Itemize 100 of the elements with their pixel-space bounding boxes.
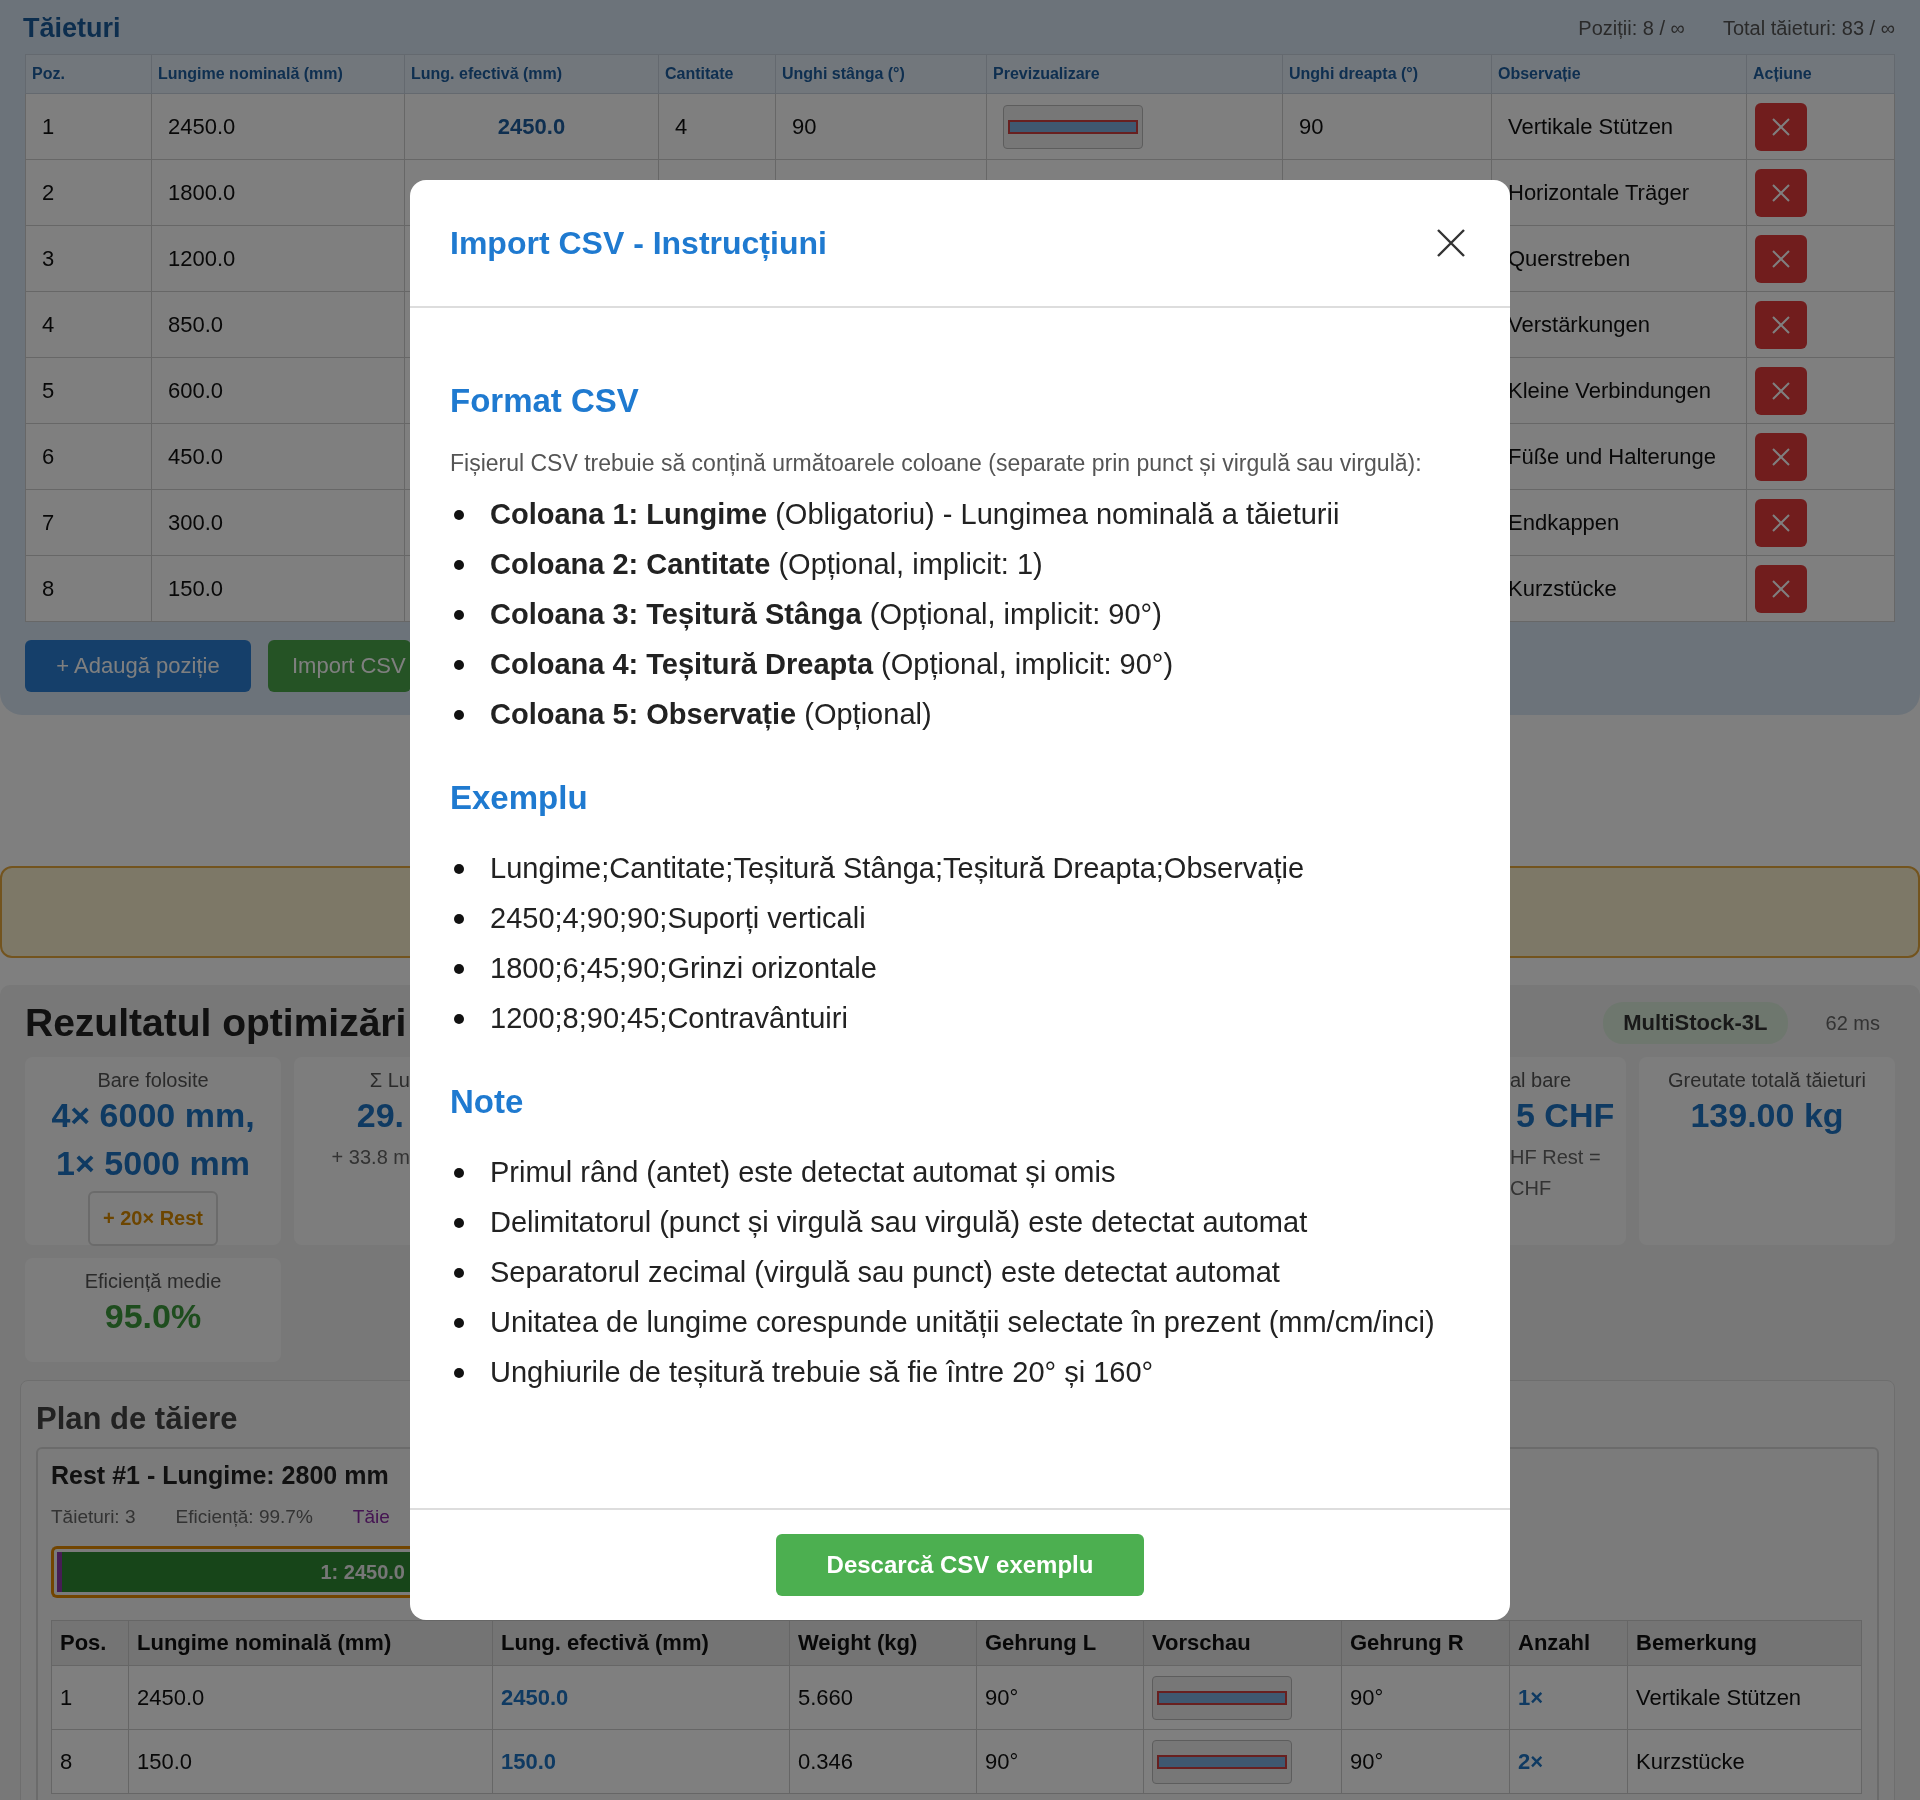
close-icon [1436,228,1466,258]
bullet-icon [454,1217,464,1228]
bullet-icon [454,963,464,974]
stat-value: 139.00 kg [1689,1095,1845,1136]
bullet-icon [454,509,464,520]
table-cell: Kurzstücke [1508,575,1617,601]
rest-stat: Tăie [352,1506,390,1528]
close-icon [1770,577,1792,600]
delete-button[interactable] [1755,564,1807,613]
table-cell: 150.0 [168,575,224,601]
bullet-icon [454,659,464,670]
bullet-icon [454,609,464,620]
import-button[interactable]: Import CSV [268,640,411,692]
table-cell: Vertikale Stützen [1508,113,1674,139]
stat-note: CHF [1510,1175,1552,1201]
bullet-icon [454,1013,464,1024]
section-heading: Exemplu [450,778,589,817]
stat-label: Greutate totală tăieturi [1668,1069,1866,1092]
table-cell: 90° [976,1729,1144,1794]
table-cell: Vertikale Stützen [1627,1665,1862,1730]
stat-label: Bare folosite [97,1069,209,1092]
table-cell: 2450.0 [168,113,236,139]
table-cell: 90° [1341,1729,1510,1794]
table-cell: 1200.0 [168,245,236,271]
add-position-button[interactable]: + Adaugă poziție [25,640,251,692]
bar-segment: 1: 2450.0 [62,1552,411,1592]
table-cell: 600.0 [168,377,224,403]
table-cell: 7 [42,509,55,535]
table-cell: 2450.0 [128,1665,493,1730]
cuts-total: Total tăieturi: 83 / ∞ [1722,16,1895,40]
stat-note: HF Rest = [1510,1144,1601,1170]
table-cell: 150.0 [492,1729,790,1794]
close-icon [1770,115,1792,138]
table-cell: Füße und Halterunge [1508,443,1716,469]
bullet-icon [454,863,464,874]
stat-label: Eficiență medie [84,1270,222,1293]
duration-label: 62 ms [1825,1011,1880,1035]
bullet-icon [454,913,464,924]
stat-note: + 33.8 m [331,1144,410,1170]
positions-count: Poziții: 8 / ∞ [1578,16,1685,40]
rest-stat: Tăieturi: 3 [51,1506,136,1528]
list-item: Coloana 2: Cantitate (Opțional, implicit: 1) [490,546,1044,582]
rest-title: Rest #1 - Lungime: 2800 mm [51,1461,390,1490]
table-cell: 90° [976,1665,1144,1730]
delete-button[interactable] [1755,234,1807,283]
column-header: Gehrung R [1341,1620,1510,1666]
delete-button[interactable] [1755,498,1807,547]
bullet-icon [454,1317,464,1328]
close-icon [1770,511,1792,534]
table-cell: Kurzstücke [1627,1729,1862,1794]
column-header: Acțiune [1746,54,1895,94]
stat-value: 4× 6000 mm, 1× 5000 mm [50,1095,256,1184]
column-header: Weight (kg) [789,1620,977,1666]
bullet-icon [454,1267,464,1278]
table-cell: Verstärkungen [1508,311,1650,337]
column-header: Previzualizare [986,54,1283,94]
download-button[interactable]: Descarcă CSV exemplu [776,1534,1144,1596]
stat-label: al bare [1510,1069,1572,1092]
table-cell: 4 [675,113,688,139]
list-item: Coloana 4: Teșitură Dreapta (Opțional, implicit: 90°) [490,646,1175,683]
dialog-title: Import CSV - Instrucțiuni [450,224,827,262]
rest-stat: Eficiență: 99.7% [175,1506,313,1528]
table-cell: Querstreben [1508,245,1631,271]
list-item: Coloana 5: Observație (Opțional) [490,696,933,733]
column-header: Poz. [25,54,152,94]
table-cell: 150.0 [128,1729,493,1794]
stat-value: 29. [355,1095,405,1136]
panel-title: Tăieturi [23,12,121,44]
table-cell: 2 [42,179,55,205]
section-title: Rezultatul optimizări [25,1001,407,1045]
stat-value: 5 CHF [1515,1095,1616,1136]
table-cell: 1800.0 [168,179,236,205]
list-item: Coloana 3: Teșitură Stânga (Opțional, implicit: 90°) [490,596,1163,633]
bullet-icon [454,1167,464,1178]
list-item: Unitatea de lungime corespunde unității selectate în prezent (mm/cm/inci) [490,1304,1436,1340]
delete-button[interactable] [1755,102,1807,151]
delete-button[interactable] [1755,300,1807,349]
table-cell: Kleine Verbindungen [1508,377,1712,403]
list-item: Unghiurile de teșitură trebuie să fie între 20° și 160° [490,1354,1155,1390]
table-cell: 1× [1509,1665,1628,1730]
table-cell: 5.660 [789,1665,977,1730]
list-item: 1800;6;45;90;Grinzi orizontale [490,950,878,986]
close-icon [1770,247,1792,270]
close-icon [1770,379,1792,402]
table-cell: 8 [51,1729,129,1794]
column-header: Lungime nominală (mm) [128,1620,493,1666]
list-item: Primul rând (antet) este detectat automat și omis [490,1154,1117,1190]
column-header: Bemerkung [1627,1620,1862,1666]
table-cell: 8 [42,575,55,601]
column-header: Unghi stânga (°) [775,54,987,94]
stat-value: 95.0% [103,1296,203,1337]
bullet-icon [454,709,464,720]
delete-button[interactable] [1755,432,1807,481]
table-cell: 1 [51,1665,129,1730]
section-heading: Format CSV [450,382,640,420]
delete-button[interactable] [1755,366,1807,415]
delete-button[interactable] [1755,168,1807,217]
column-header: Lung. efectivă (mm) [404,54,659,94]
stat-label: Σ Lu [369,1069,410,1092]
column-header: Lung. efectivă (mm) [492,1620,790,1666]
